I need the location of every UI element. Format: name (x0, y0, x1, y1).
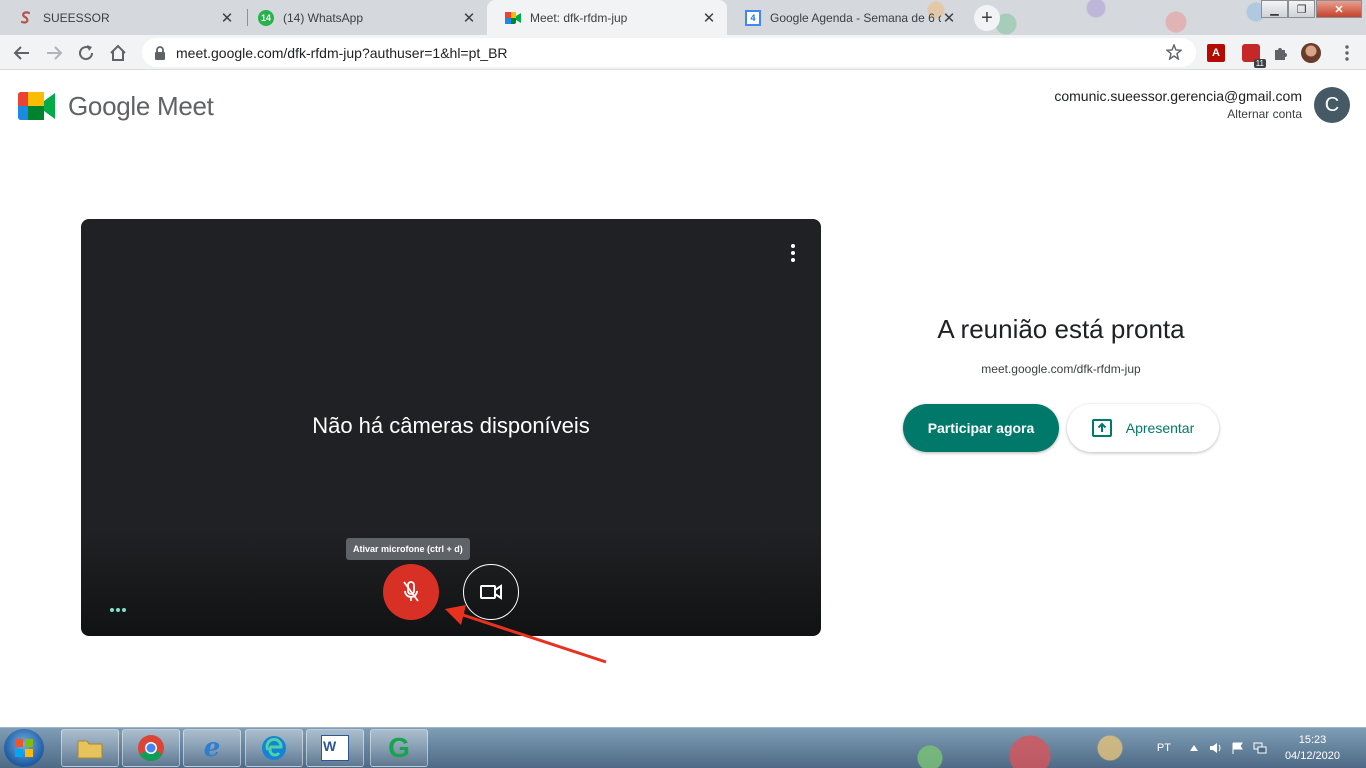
pdf-extension-icon[interactable]: A (1205, 42, 1227, 64)
minimize-icon: ▁ (1270, 3, 1279, 16)
volume-icon[interactable] (1209, 741, 1223, 755)
taskbar-internet-explorer[interactable]: e (183, 729, 241, 767)
language-indicator[interactable]: PT (1157, 742, 1171, 754)
network-icon[interactable] (1253, 741, 1267, 755)
mic-tooltip: Ativar microfone (ctrl + d) (346, 538, 470, 560)
account-avatar[interactable]: C (1314, 87, 1350, 123)
tab-sueessor[interactable]: SUEESSOR ✕ (0, 0, 245, 35)
clock-date: 04/12/2020 (1284, 750, 1340, 762)
mic-button[interactable] (383, 564, 439, 620)
show-hidden-icons-icon[interactable] (1187, 741, 1201, 755)
close-window-button[interactable]: ✕ (1316, 0, 1362, 18)
join-now-button[interactable]: Participar agora (903, 404, 1059, 452)
tab-google-agenda[interactable]: 4 Google Agenda - Semana de 6 d ✕ (727, 0, 967, 35)
internet-explorer-icon: e (203, 733, 221, 763)
ready-panel: A reunião está pronta meet.google.com/df… (861, 314, 1261, 376)
forward-arrow-icon (47, 46, 63, 60)
mic-off-icon (403, 581, 419, 602)
meet-page: Google Meet comunic.sueessor.gerencia@gm… (0, 71, 1366, 727)
extension-badge: 11 (1253, 59, 1266, 68)
present-button[interactable]: Apresentar (1067, 404, 1219, 452)
calendar-extension-icon[interactable]: 11 (1240, 42, 1266, 68)
ready-title: A reunião está pronta (937, 314, 1185, 344)
home-icon (110, 44, 126, 61)
close-icon: ✕ (1334, 3, 1344, 16)
system-tray: PT 15:23 04/12/2020 (1157, 728, 1366, 768)
bookmark-star-icon[interactable] (1165, 43, 1183, 65)
browser-toolbar: meet.google.com/dfk-rfdm-jup?authuser=1&… (0, 35, 1366, 70)
meet-favicon-icon (505, 10, 521, 26)
windows-logo-icon (15, 739, 33, 757)
system-clock[interactable]: 15:23 04/12/2020 (1285, 732, 1340, 764)
google-meet-logo[interactable]: Google Meet (18, 90, 214, 122)
url-text: meet.google.com/dfk-rfdm-jup?authuser=1&… (176, 44, 508, 61)
address-bar[interactable]: meet.google.com/dfk-rfdm-jup?authuser=1&… (142, 38, 1196, 67)
taskbar-background-artwork (900, 728, 1140, 768)
action-center-flag-icon[interactable] (1231, 741, 1245, 755)
back-arrow-icon (13, 46, 29, 60)
close-tab-icon[interactable]: ✕ (941, 10, 957, 27)
plus-icon: + (981, 6, 993, 29)
tab-title: Google Agenda - Semana de 6 d (770, 10, 941, 25)
new-tab-button[interactable]: + (974, 5, 1000, 31)
grammarly-icon: G (388, 732, 410, 763)
taskbar-edge[interactable] (245, 729, 303, 767)
taskbar-word[interactable]: W (306, 729, 364, 767)
word-icon: W (321, 735, 349, 761)
annotation-arrow (445, 605, 607, 664)
extensions-puzzle-icon[interactable] (1269, 42, 1291, 64)
more-options-icon[interactable] (783, 241, 803, 265)
minimize-window-button[interactable]: ▁ (1261, 0, 1288, 18)
windows-taskbar: e W G PT 15:23 04/12/2020 (0, 727, 1366, 768)
back-button[interactable] (8, 39, 36, 67)
restore-icon: ❐ (1296, 3, 1307, 16)
close-tab-icon[interactable]: ✕ (461, 10, 477, 27)
chrome-menu-icon[interactable] (1336, 42, 1358, 64)
brand-name: Google Meet (68, 90, 214, 121)
tab-title: Meet: dfk-rfdm-jup (530, 10, 628, 25)
taskbar-grammarly[interactable]: G (370, 729, 428, 767)
account-info: comunic.sueessor.gerencia@gmail.com Alte… (1054, 88, 1302, 121)
tabstrip-background-artwork (916, 0, 1296, 35)
present-screen-icon (1091, 419, 1112, 437)
sueessor-favicon-icon (18, 10, 34, 26)
whatsapp-unread-badge: 14 (260, 12, 271, 23)
profile-avatar-icon[interactable] (1300, 42, 1322, 64)
calendar-favicon-icon: 4 (745, 9, 761, 26)
chrome-icon (138, 735, 164, 762)
clock-time: 15:23 (1298, 734, 1327, 746)
calendar-day-number: 4 (750, 12, 756, 23)
restore-window-button[interactable]: ❐ (1288, 0, 1315, 18)
no-camera-message: Não há câmeras disponíveis (312, 413, 590, 438)
reload-icon (79, 45, 94, 61)
switch-account-link[interactable]: Alternar conta (1054, 107, 1302, 121)
account-email: comunic.sueessor.gerencia@gmail.com (1054, 88, 1302, 104)
taskbar-explorer[interactable] (61, 729, 119, 767)
tab-title: (14) WhatsApp (283, 10, 364, 25)
close-tab-icon[interactable]: ✕ (701, 10, 717, 27)
video-preview: Não há câmeras disponíveis Ativar microf… (81, 219, 821, 636)
tab-whatsapp[interactable]: 14 (14) WhatsApp ✕ (240, 0, 487, 35)
taskbar-chrome[interactable] (122, 729, 180, 767)
google-meet-logo-icon (18, 92, 55, 120)
audio-level-indicator (110, 608, 126, 612)
video-camera-icon (480, 584, 502, 600)
reload-button[interactable] (72, 39, 100, 67)
tab-meet[interactable]: Meet: dfk-rfdm-jup ✕ (487, 0, 727, 35)
home-button[interactable] (104, 39, 132, 67)
whatsapp-favicon-icon: 14 (258, 9, 274, 26)
edge-icon (262, 736, 286, 760)
folder-icon (77, 740, 103, 759)
close-tab-icon[interactable]: ✕ (219, 10, 235, 27)
tab-title: SUEESSOR (43, 10, 110, 25)
start-button[interactable] (4, 729, 44, 767)
present-label: Apresentar (1125, 420, 1195, 436)
lock-icon (155, 45, 165, 60)
forward-button[interactable] (40, 39, 68, 67)
meeting-link: meet.google.com/dfk-rfdm-jup (981, 362, 1141, 376)
browser-tab-strip: SUEESSOR ✕ 14 (14) WhatsApp ✕ Meet: dfk-… (0, 0, 1366, 35)
